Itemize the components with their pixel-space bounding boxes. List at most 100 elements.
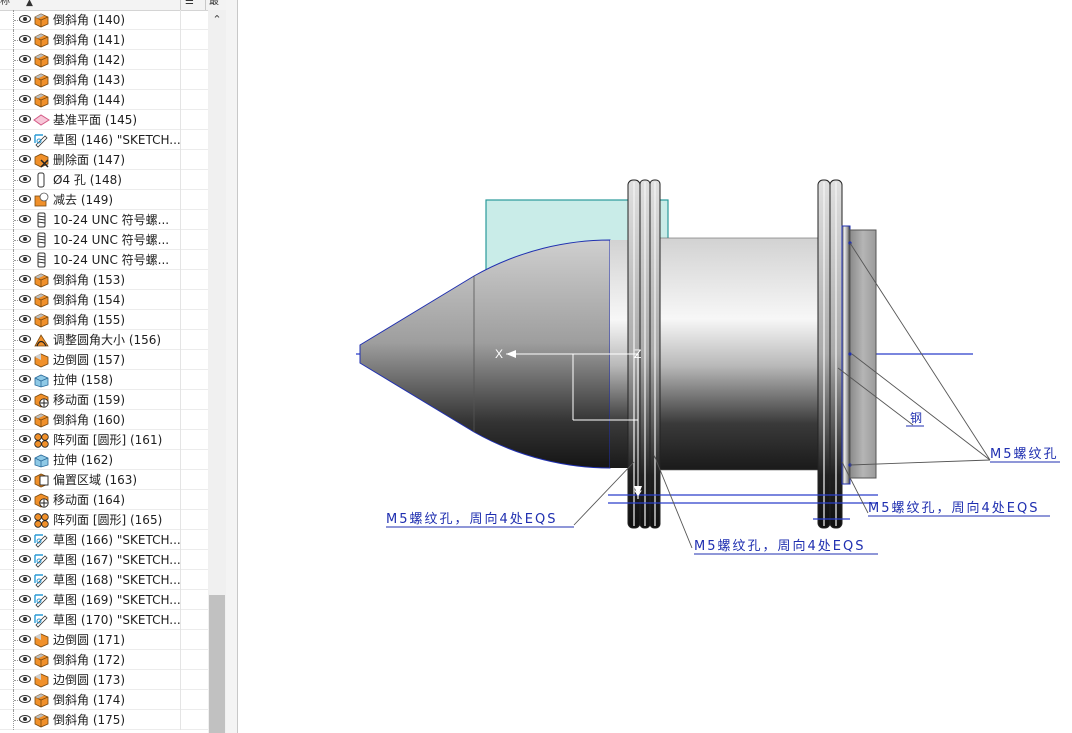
tree-row[interactable]: 减去 (149): [0, 190, 208, 210]
visibility-eye-icon[interactable]: [19, 715, 31, 723]
tree-row[interactable]: 阵列面 [圆形] (161): [0, 430, 208, 450]
tree-row[interactable]: 倒斜角 (143): [0, 70, 208, 90]
right-flange[interactable]: [817, 179, 843, 529]
visibility-eye-icon[interactable]: [19, 75, 31, 83]
scroll-up-icon[interactable]: ⌃: [208, 10, 226, 30]
tree-row[interactable]: 移动面 (159): [0, 390, 208, 410]
material-note[interactable]: 钢: [910, 411, 922, 425]
visibility-eye-icon[interactable]: [19, 255, 31, 263]
tree-row[interactable]: 删除面 (147): [0, 150, 208, 170]
tree-row[interactable]: 倒斜角 (142): [0, 50, 208, 70]
latest-column-header[interactable]: 最: [209, 0, 219, 7]
column-divider[interactable]: [180, 0, 181, 10]
visibility-eye-icon[interactable]: [19, 375, 31, 383]
visibility-eye-icon[interactable]: [19, 135, 31, 143]
visibility-eye-icon[interactable]: [19, 655, 31, 663]
visibility-eye-icon[interactable]: [19, 575, 31, 583]
visibility-eye-icon[interactable]: [19, 55, 31, 63]
visibility-eye-icon[interactable]: [19, 155, 31, 163]
visibility-eye-icon[interactable]: [19, 615, 31, 623]
chamfer-icon: [33, 712, 50, 728]
tree-row[interactable]: 10-24 UNC 符号螺...: [0, 250, 208, 270]
annotation-right-bottom[interactable]: M5螺纹孔，周向4处EQS: [868, 500, 1039, 516]
tree-row[interactable]: 边倒圆 (171): [0, 630, 208, 650]
visibility-eye-icon[interactable]: [19, 535, 31, 543]
tree-row[interactable]: 拉伸 (162): [0, 450, 208, 470]
column-divider[interactable]: [205, 0, 206, 10]
tree-row[interactable]: 拉伸 (158): [0, 370, 208, 390]
tree-row[interactable]: 移动面 (164): [0, 490, 208, 510]
tree-row[interactable]: 边倒圆 (173): [0, 670, 208, 690]
column-divider: [180, 350, 181, 370]
tree-row[interactable]: 10-24 UNC 符号螺...: [0, 230, 208, 250]
tree-row[interactable]: 倒斜角 (175): [0, 710, 208, 730]
tree-row[interactable]: 调整圆角大小 (156): [0, 330, 208, 350]
tree-row[interactable]: 倒斜角 (140): [0, 10, 208, 30]
scroll-thumb[interactable]: [209, 595, 225, 733]
visibility-eye-icon[interactable]: [19, 315, 31, 323]
column-divider: [180, 70, 181, 90]
visibility-eye-icon[interactable]: [19, 515, 31, 523]
visibility-eye-icon[interactable]: [19, 35, 31, 43]
tree-row[interactable]: 草图 (169) "SKETCH...: [0, 590, 208, 610]
tree-row[interactable]: 草图 (167) "SKETCH...: [0, 550, 208, 570]
column-divider: [180, 170, 181, 190]
tree-row[interactable]: Ø4 孔 (148): [0, 170, 208, 190]
visibility-eye-icon[interactable]: [19, 555, 31, 563]
visibility-eye-icon[interactable]: [19, 115, 31, 123]
annotation-mid-bottom[interactable]: M5螺纹孔，周向4处EQS: [694, 538, 865, 554]
tree-row[interactable]: 基准平面 (145): [0, 110, 208, 130]
visibility-eye-icon[interactable]: [19, 415, 31, 423]
graphics-viewport[interactable]: X Z Y M5螺纹孔，周向4处EQS M5螺纹孔，周向4处EQS M5螺纹孔，…: [238, 0, 1072, 733]
tree-row[interactable]: 倒斜角 (172): [0, 650, 208, 670]
visibility-eye-icon[interactable]: [19, 355, 31, 363]
column-divider: [180, 670, 181, 690]
tree-row[interactable]: 草图 (170) "SKETCH...: [0, 610, 208, 630]
visibility-eye-icon[interactable]: [19, 175, 31, 183]
tree-row-label: 倒斜角 (154): [53, 293, 126, 307]
visibility-eye-icon[interactable]: [19, 635, 31, 643]
tree-row[interactable]: 倒斜角 (141): [0, 30, 208, 50]
tree-row[interactable]: 阵列面 [圆形] (165): [0, 510, 208, 530]
tree-row[interactable]: 倒斜角 (144): [0, 90, 208, 110]
name-column-header[interactable]: 称: [0, 0, 10, 7]
visibility-eye-icon[interactable]: [19, 95, 31, 103]
visibility-eye-icon[interactable]: [19, 675, 31, 683]
visibility-eye-icon[interactable]: [19, 275, 31, 283]
annotation-left-bottom[interactable]: M5螺纹孔，周向4处EQS: [386, 511, 557, 527]
tree-row[interactable]: 草图 (166) "SKETCH...: [0, 530, 208, 550]
visibility-eye-icon[interactable]: [19, 235, 31, 243]
sort-ascending-icon[interactable]: ▲: [26, 0, 33, 8]
tree-row[interactable]: 倒斜角 (154): [0, 290, 208, 310]
tree-row[interactable]: 草图 (168) "SKETCH...: [0, 570, 208, 590]
visibility-eye-icon[interactable]: [19, 15, 31, 23]
tree-row[interactable]: 倒斜角 (160): [0, 410, 208, 430]
visibility-eye-icon[interactable]: [19, 695, 31, 703]
tree-row[interactable]: 草图 (146) "SKETCH...: [0, 130, 208, 150]
model-canvas[interactable]: X Z Y M5螺纹孔，周向4处EQS M5螺纹孔，周向4处EQS M5螺纹孔，…: [238, 0, 1072, 733]
tree-row[interactable]: 倒斜角 (153): [0, 270, 208, 290]
tree-scrollbar[interactable]: ⌃: [208, 10, 226, 733]
visibility-eye-icon[interactable]: [19, 495, 31, 503]
rear-plate[interactable]: [849, 229, 877, 479]
tree-row[interactable]: 偏置区域 (163): [0, 470, 208, 490]
edge-blend-icon: [33, 672, 50, 688]
panel-splitter[interactable]: [226, 0, 237, 733]
visibility-eye-icon[interactable]: [19, 395, 31, 403]
visibility-eye-icon[interactable]: [19, 335, 31, 343]
visibility-eye-icon[interactable]: [19, 435, 31, 443]
annotation-right-top[interactable]: M5螺纹孔: [990, 447, 1059, 462]
visibility-eye-icon[interactable]: [19, 475, 31, 483]
visibility-eye-icon[interactable]: [19, 295, 31, 303]
tree-row[interactable]: 10-24 UNC 符号螺...: [0, 210, 208, 230]
column-options-icon[interactable]: ☰: [185, 0, 194, 7]
tree-row[interactable]: 边倒圆 (157): [0, 350, 208, 370]
visibility-eye-icon[interactable]: [19, 595, 31, 603]
tree-row[interactable]: 倒斜角 (155): [0, 310, 208, 330]
visibility-eye-icon[interactable]: [19, 455, 31, 463]
visibility-eye-icon[interactable]: [19, 195, 31, 203]
tree-row-label: 基准平面 (145): [53, 113, 138, 127]
tree-row-label: 倒斜角 (172): [53, 653, 126, 667]
visibility-eye-icon[interactable]: [19, 215, 31, 223]
tree-row[interactable]: 倒斜角 (174): [0, 690, 208, 710]
